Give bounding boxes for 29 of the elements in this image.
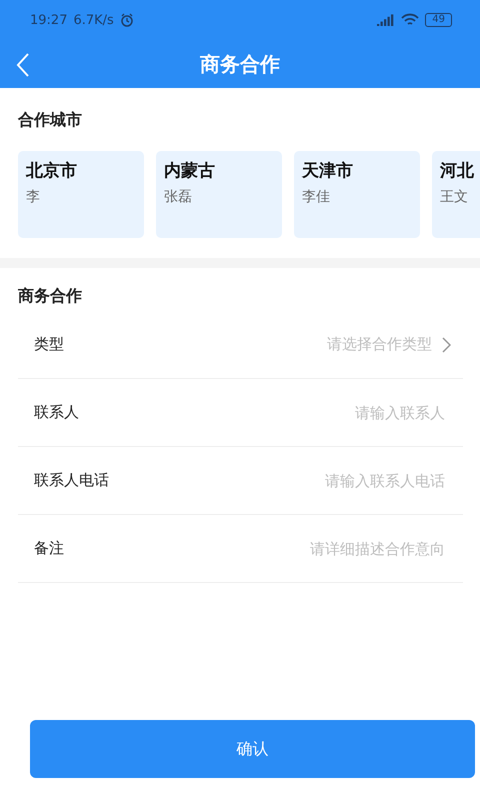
signal-icon — [377, 14, 396, 26]
city-name: 河北 — [440, 160, 475, 182]
input-field[interactable]: 请输入联系人 — [89, 402, 447, 422]
city-name: 内蒙古 — [164, 160, 216, 182]
contact-name: 李 — [26, 188, 41, 206]
contact-name: 张磊 — [164, 188, 193, 206]
city-card[interactable]: 河北 王文 — [432, 151, 480, 238]
network-speed: 6.7K/s — [73, 12, 114, 28]
contact-name: 王文 — [440, 188, 469, 206]
field-label: 联系人电话 — [34, 471, 109, 490]
city-card[interactable]: 内蒙古 张磊 — [156, 151, 282, 238]
section-title: 合作城市 — [18, 110, 83, 131]
field-label: 类型 — [34, 335, 64, 354]
field-label: 联系人 — [34, 403, 79, 422]
contact-name: 李佳 — [302, 188, 331, 206]
battery-icon: 49 — [425, 13, 452, 27]
alarm-icon — [120, 13, 134, 27]
field-label: 备注 — [34, 539, 64, 558]
input-field[interactable]: 请详细描述合作意向 — [74, 538, 447, 558]
status-time: 19:27 — [30, 12, 68, 28]
city-card[interactable]: 北京市 李 — [18, 151, 144, 238]
chevron-right-icon — [442, 336, 451, 352]
section-title: 商务合作 — [18, 286, 83, 307]
input-field[interactable]: 请输入联系人电话 — [119, 470, 447, 490]
city-name: 北京市 — [26, 160, 78, 182]
city-card[interactable]: 天津市 李佳 — [294, 151, 420, 238]
wifi-icon — [401, 13, 420, 27]
city-name: 天津市 — [302, 160, 354, 182]
page-title: 商务合作 — [200, 50, 280, 78]
